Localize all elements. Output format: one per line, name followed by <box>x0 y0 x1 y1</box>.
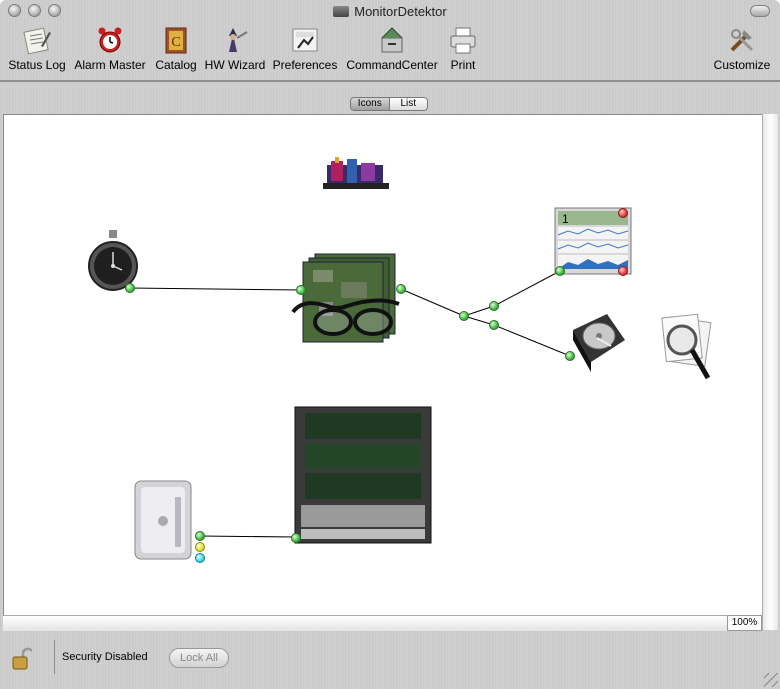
lock-all-button[interactable]: Lock All <box>169 648 229 668</box>
list-view-button[interactable]: List <box>388 98 427 110</box>
toolbar: Status Log Alarm Master C Catalog HW Wiz… <box>0 22 780 78</box>
tools-icon <box>730 29 754 52</box>
status-log-label: Status Log <box>8 58 66 72</box>
link-stopwatch-boards <box>129 287 302 291</box>
preferences-icon <box>292 28 318 52</box>
power-mac-node[interactable] <box>131 475 197 563</box>
hard-drive-port[interactable] <box>565 351 575 361</box>
app-window: MonitorDetektor Status Log Alarm Master <box>0 0 780 689</box>
preferences-button[interactable]: Preferences <box>272 24 338 72</box>
svg-text:C: C <box>171 35 180 50</box>
document-proxy-icon[interactable] <box>333 6 350 17</box>
link-to-hard-drive <box>493 324 571 357</box>
alarm-master-label: Alarm Master <box>74 58 146 72</box>
power-mac-port-cyan[interactable] <box>195 553 205 563</box>
chart-monitor-alarm-top[interactable] <box>618 208 628 218</box>
command-center-icon <box>381 27 403 53</box>
toolbar-separator <box>0 80 780 82</box>
icons-view-button[interactable]: Icons <box>351 98 389 110</box>
resize-grip[interactable] <box>764 673 778 687</box>
boards-right-port[interactable] <box>396 284 406 294</box>
vertical-scrollbar[interactable] <box>762 114 778 630</box>
hard-drive-node[interactable] <box>567 310 627 376</box>
horizontal-scrollbar[interactable] <box>3 615 727 631</box>
commandcenter-button[interactable]: CommandCenter <box>344 24 440 72</box>
catalog-label: Catalog <box>155 58 197 72</box>
junction-port[interactable] <box>459 311 469 321</box>
power-mac-port-yellow[interactable] <box>195 542 205 552</box>
toolbar-toggle-button[interactable] <box>750 5 770 17</box>
customize-label: Customize <box>713 58 771 72</box>
status-log-button[interactable]: Status Log <box>6 24 68 72</box>
print-button[interactable]: Print <box>444 24 482 72</box>
preferences-label: Preferences <box>272 58 338 72</box>
unlocked-padlock-icon[interactable] <box>12 647 32 671</box>
window-title: MonitorDetektor <box>0 4 780 19</box>
security-status-text: Security Disabled <box>62 651 148 663</box>
view-toggle: Icons List <box>350 97 428 111</box>
stopwatch-port[interactable] <box>125 283 135 293</box>
window-title-text: MonitorDetektor <box>354 4 447 19</box>
link-mac-rack <box>199 535 297 538</box>
status-divider <box>54 640 55 674</box>
junction-upper-port[interactable] <box>489 301 499 311</box>
print-label: Print <box>450 58 476 72</box>
catalog-button[interactable]: C Catalog <box>152 24 200 72</box>
chart-monitor-alarm-bottom[interactable] <box>618 266 628 276</box>
hw-wizard-button[interactable]: HW Wizard <box>204 24 266 72</box>
junction-lower-port[interactable] <box>489 320 499 330</box>
title-bar[interactable]: MonitorDetektor <box>0 0 780 22</box>
circuit-boards-node[interactable] <box>289 252 409 347</box>
catalog-book-icon: C <box>165 27 187 54</box>
server-rack-node[interactable] <box>293 405 433 545</box>
chart-monitor-port[interactable] <box>555 266 565 276</box>
boards-left-port[interactable] <box>296 285 306 295</box>
alarm-clock-icon <box>98 27 122 53</box>
server-rack-port[interactable] <box>291 533 301 543</box>
search-documents-node[interactable] <box>656 310 716 384</box>
network-canvas[interactable]: 1 <box>3 114 763 616</box>
alarm-master-button[interactable]: Alarm Master <box>72 24 148 72</box>
status-log-icon <box>23 27 51 55</box>
svg-text:1: 1 <box>562 212 569 226</box>
link-to-chart-monitor <box>493 270 561 307</box>
hw-wizard-label: HW Wizard <box>204 58 266 72</box>
link-boards-junction <box>400 288 465 317</box>
power-mac-port-green[interactable] <box>195 531 205 541</box>
commandcenter-label: CommandCenter <box>346 58 438 72</box>
network-card-node[interactable] <box>321 153 391 197</box>
wizard-icon <box>229 28 248 52</box>
customize-button[interactable]: Customize <box>711 24 773 72</box>
printer-icon <box>450 27 476 54</box>
zoom-level[interactable]: 100% <box>727 615 762 631</box>
